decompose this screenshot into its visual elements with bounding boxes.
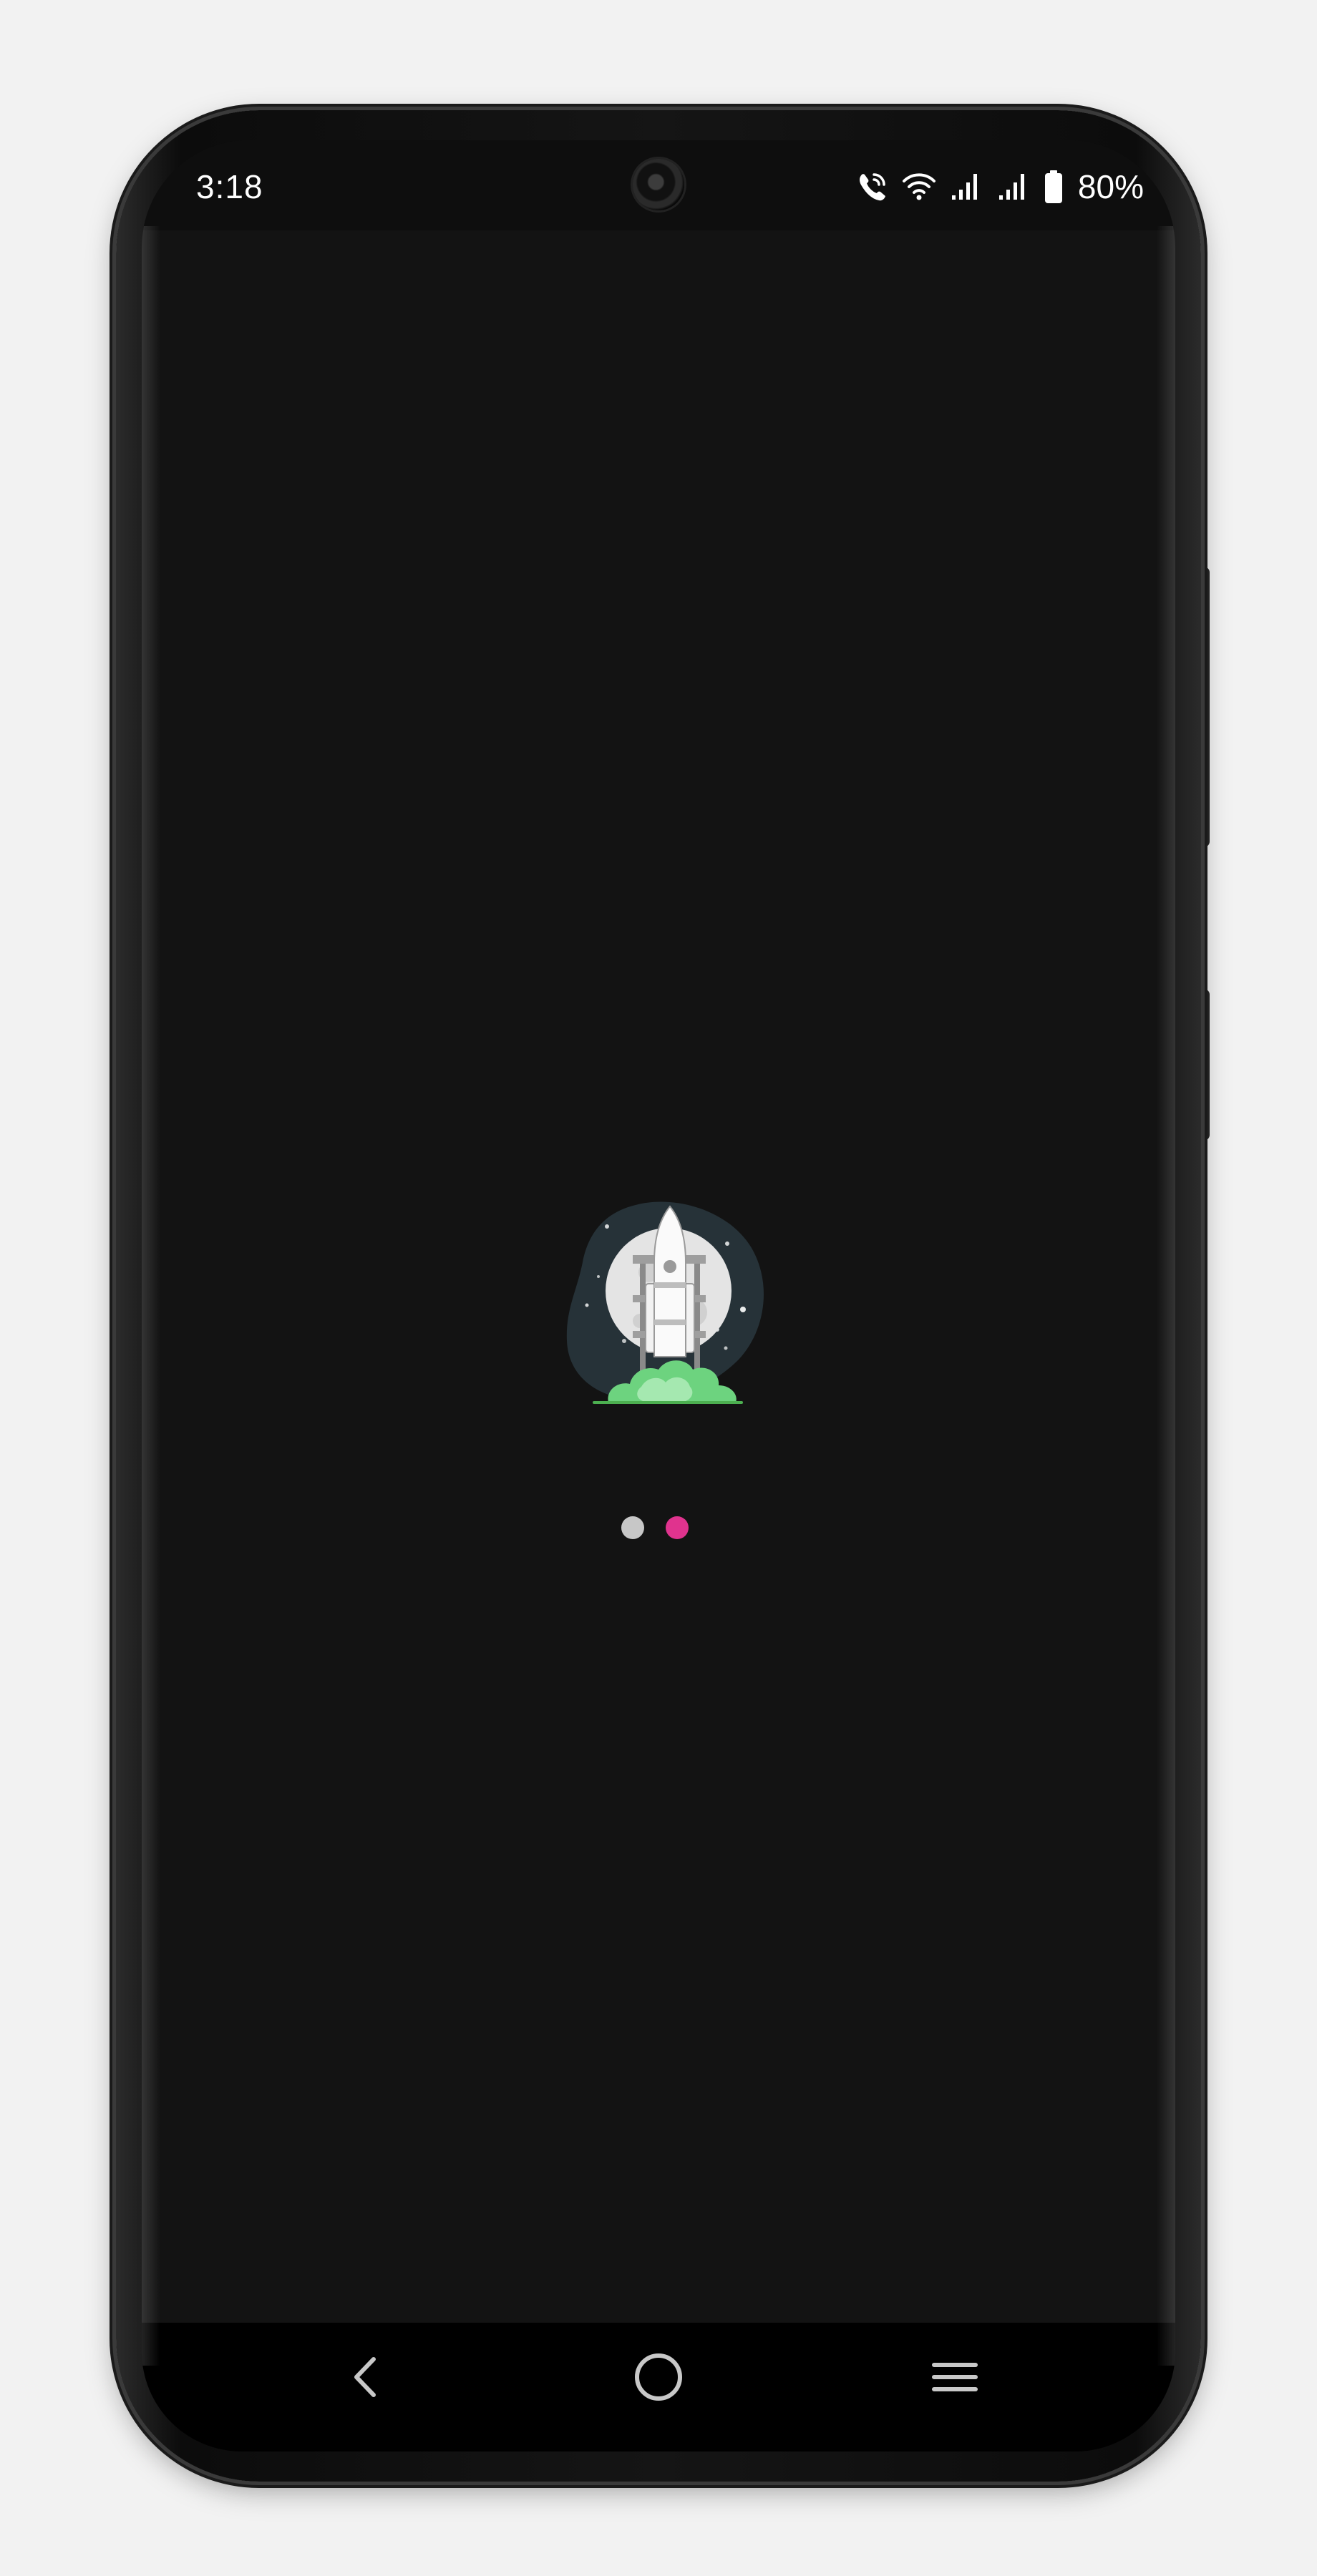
splash-screen <box>142 230 1175 2323</box>
navigation-bar <box>142 2323 1175 2451</box>
status-time: 3:18 <box>196 168 263 205</box>
loading-indicator <box>621 1513 700 1541</box>
phone-screen: 3:18 80% <box>142 140 1175 2451</box>
volume-button <box>1200 567 1210 847</box>
home-icon <box>635 2353 682 2401</box>
wifi-calling-icon <box>859 173 885 201</box>
recent-apps-button[interactable] <box>912 2341 998 2413</box>
status-icons: 80% <box>856 167 1144 206</box>
device-mockup: 3:18 80% <box>0 0 1317 2576</box>
signal-strength-icon <box>951 174 977 200</box>
battery-icon <box>1044 170 1062 203</box>
front-camera <box>633 159 684 210</box>
recent-apps-icon <box>932 2363 978 2391</box>
back-button[interactable] <box>322 2341 408 2413</box>
signal-strength-icon <box>998 174 1024 200</box>
loading-dot <box>621 1516 644 1539</box>
power-button <box>1200 989 1210 1141</box>
back-icon <box>354 2357 376 2397</box>
status-bar: 3:18 80% <box>142 140 1175 230</box>
wifi-icon <box>902 173 935 200</box>
loading-dot <box>666 1516 689 1539</box>
home-button[interactable] <box>616 2341 701 2413</box>
battery-percent: 80% <box>1077 168 1144 205</box>
rocket-launch-illustration <box>566 1201 764 1404</box>
